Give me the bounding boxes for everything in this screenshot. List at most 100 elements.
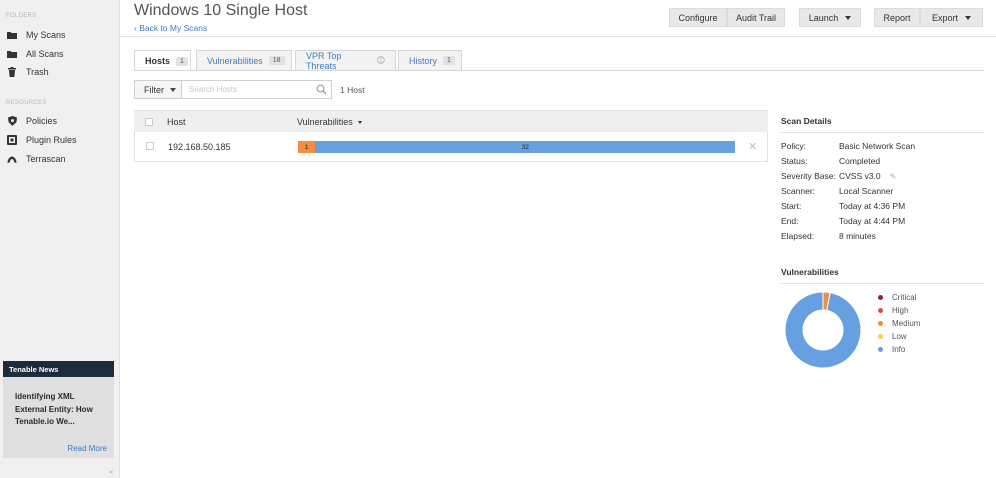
configure-label: Configure	[678, 12, 718, 23]
detail-end: End: Today at 4:44 PM	[781, 216, 981, 228]
column-label: Vulnerabilities	[297, 117, 353, 127]
remove-host-icon[interactable]: ✕	[748, 140, 757, 153]
vuln-count-info: 32	[521, 143, 529, 151]
vulnerability-bar[interactable]: 1 32	[298, 141, 735, 153]
donut-slice-info[interactable]	[784, 291, 862, 369]
search-icon[interactable]	[316, 84, 327, 95]
detail-value: Today at 4:36 PM	[839, 201, 906, 211]
chevron-down-icon	[170, 87, 176, 92]
sidebar-item-label: Policies	[26, 116, 58, 126]
row-checkbox[interactable]	[146, 142, 154, 150]
tab-vpr-top-threats[interactable]: VPR Top Threats	[295, 50, 396, 71]
sidebar-item-label: My Scans	[26, 30, 66, 40]
filter-label: Filter	[144, 84, 164, 95]
folder-icon	[7, 49, 17, 59]
export-label: Export	[931, 12, 958, 23]
legend-low: Low	[878, 331, 907, 342]
tab-vulnerabilities[interactable]: Vulnerabilities 18	[196, 50, 292, 70]
sidebar-item-my-scans[interactable]: My Scans	[0, 26, 119, 44]
tab-label: History	[409, 55, 438, 66]
legend-label: Medium	[892, 319, 921, 328]
detail-value: Basic Network Scan	[839, 141, 916, 151]
news-heading: Tenable News	[3, 361, 114, 377]
header-divider	[120, 36, 996, 37]
news-line: Identifying XML	[15, 392, 75, 401]
sidebar-item-label: Plugin Rules	[26, 135, 77, 145]
legend-label: High	[892, 306, 909, 315]
detail-key: Severity Base:	[781, 171, 836, 181]
vulnerabilities-panel-title: Vulnerabilities	[781, 267, 839, 277]
tab-label: Hosts	[145, 56, 171, 66]
search-hosts-input[interactable]	[182, 80, 332, 99]
sort-desc-icon	[357, 121, 362, 125]
legend-dot	[878, 334, 883, 339]
sidebar-item-label: Trash	[26, 67, 49, 77]
detail-policy: Policy: Basic Network Scan	[781, 141, 981, 153]
sidebar-item-policies[interactable]: Policies	[0, 112, 119, 130]
scan-details-divider	[781, 132, 984, 133]
legend-dot	[878, 321, 883, 326]
collapse-sidebar-button[interactable]: «	[109, 469, 113, 476]
legend-dot	[878, 295, 883, 300]
tenable-news-widget: Tenable News Identifying XML External En…	[3, 361, 114, 458]
sidebar-item-plugin-rules[interactable]: Plugin Rules	[0, 131, 119, 149]
detail-value-wrap: CVSS v3.0 ✎	[839, 171, 896, 181]
legend-medium: Medium	[878, 318, 920, 329]
audit-trail-button[interactable]: Audit Trail	[727, 8, 785, 27]
news-line: Tenable.io We...	[15, 417, 75, 426]
folders-heading: FOLDERS	[6, 13, 37, 19]
report-button[interactable]: Report	[874, 8, 920, 27]
legend-critical: Critical	[878, 292, 916, 303]
news-article[interactable]: Identifying XML External Entity: How Ten…	[3, 377, 114, 429]
detail-value: Today at 4:44 PM	[839, 216, 906, 226]
launch-label: Launch	[808, 12, 839, 23]
detail-value: Local Scanner	[839, 186, 894, 196]
column-host[interactable]: Host	[167, 117, 186, 127]
detail-key: Elapsed:	[781, 231, 815, 241]
back-link[interactable]: ‹ Back to My Scans	[134, 23, 207, 33]
export-button[interactable]: Export	[920, 8, 983, 27]
detail-elapsed: Elapsed: 8 minutes	[781, 231, 981, 243]
tab-count-badge: 18	[268, 56, 285, 65]
tab-label: Vulnerabilities	[207, 55, 263, 66]
tab-count-badge: 1	[176, 56, 188, 66]
sidebar-item-all-scans[interactable]: All Scans	[0, 45, 119, 63]
column-vulnerabilities[interactable]: Vulnerabilities	[297, 117, 362, 127]
host-ip[interactable]: 192.168.50.185	[168, 142, 231, 152]
table-row[interactable]: 192.168.50.185 1 32 ✕	[134, 132, 768, 162]
chevron-down-icon	[845, 15, 852, 20]
scan-details-title: Scan Details	[781, 116, 832, 126]
legend-info: Info	[878, 344, 905, 355]
tab-history[interactable]: History 1	[398, 50, 462, 70]
read-more-link[interactable]: Read More	[67, 444, 107, 453]
vuln-count-medium: 1	[304, 143, 309, 151]
vuln-bar-info-segment[interactable]: 32	[315, 141, 735, 153]
detail-value: CVSS v3.0	[839, 171, 881, 181]
tab-hosts[interactable]: Hosts 1	[134, 50, 191, 71]
edit-pencil-icon[interactable]: ✎	[890, 172, 897, 181]
sidebar-item-terrascan[interactable]: Terrascan	[0, 150, 119, 168]
legend-dot	[878, 347, 883, 352]
folder-icon	[7, 30, 17, 40]
page-title: Windows 10 Single Host	[134, 2, 308, 19]
detail-key: Start:	[781, 201, 802, 211]
legend-label: Low	[892, 332, 907, 341]
sidebar-item-label: All Scans	[26, 49, 64, 59]
detail-key: Scanner:	[781, 186, 816, 196]
filter-button[interactable]: Filter	[134, 80, 182, 99]
terrascan-icon	[7, 154, 17, 164]
sidebar-item-trash[interactable]: Trash	[0, 63, 119, 81]
hosts-table-header: Host Vulnerabilities	[134, 110, 768, 132]
vulnerabilities-donut-chart[interactable]	[783, 290, 863, 370]
detail-value: 8 minutes	[839, 231, 876, 241]
resources-heading: RESOURCES	[6, 100, 47, 106]
sidebar: FOLDERS My Scans All Scans Trash RESOURC…	[0, 0, 120, 478]
select-all-checkbox[interactable]	[145, 118, 153, 126]
plugin-icon	[7, 135, 17, 145]
vuln-bar-medium-segment[interactable]: 1	[298, 141, 316, 153]
detail-value: Completed	[839, 156, 881, 166]
info-circle-icon	[377, 55, 385, 66]
configure-button[interactable]: Configure	[669, 8, 727, 27]
legend-label: Info	[892, 345, 906, 354]
launch-button[interactable]: Launch	[799, 8, 861, 27]
